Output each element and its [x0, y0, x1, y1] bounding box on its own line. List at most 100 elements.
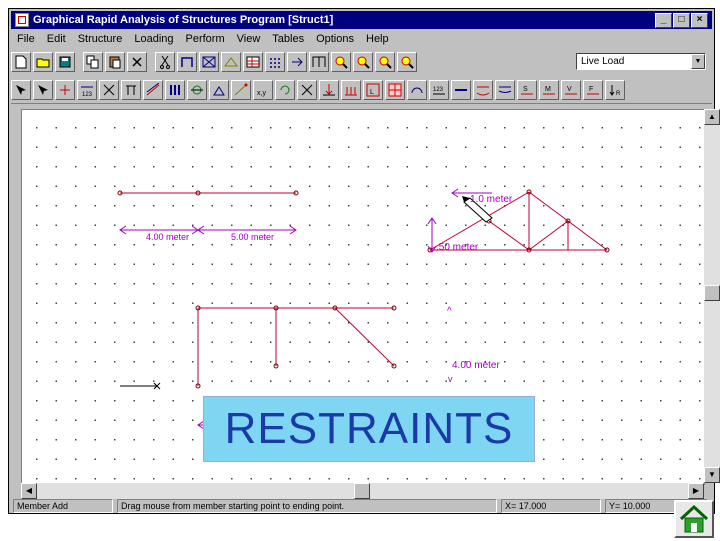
svg-text:123: 123 — [82, 92, 93, 97]
menu-edit[interactable]: Edit — [41, 33, 72, 45]
scroll-left-icon[interactable]: ◀ — [21, 483, 37, 499]
menu-loading[interactable]: Loading — [128, 33, 179, 45]
horizontal-scroll-thumb[interactable] — [354, 483, 370, 499]
load-l-icon[interactable]: L — [363, 80, 383, 100]
beam-members[interactable] — [117, 190, 299, 196]
shear-s-icon[interactable]: S — [517, 80, 537, 100]
svg-text:V: V — [567, 86, 572, 93]
window-title: Graphical Rapid Analysis of Structures P… — [33, 14, 334, 26]
horizontal-scrollbar[interactable]: ◀ ▶ — [21, 483, 704, 499]
menu-tables[interactable]: Tables — [266, 33, 310, 45]
zoom-fit-icon[interactable] — [375, 52, 395, 72]
x-frame-icon[interactable] — [199, 52, 219, 72]
number-nodes-icon[interactable]: 123 — [77, 80, 97, 100]
home-button[interactable] — [674, 500, 714, 538]
title-bar[interactable]: Graphical Rapid Analysis of Structures P… — [11, 11, 712, 29]
frame-up-arrow: ^ — [447, 306, 452, 317]
zoom-in-icon[interactable] — [331, 52, 351, 72]
svg-text:S: S — [523, 86, 528, 93]
menu-help[interactable]: Help — [360, 33, 395, 45]
app-icon[interactable] — [15, 13, 29, 27]
delete-node-icon[interactable] — [99, 80, 119, 100]
beam-left-dimension: 4.00 meter — [146, 232, 190, 242]
coordinate-xy-icon[interactable]: x,y — [253, 80, 273, 100]
menu-structure[interactable]: Structure — [72, 33, 129, 45]
load-case-value: Live Load — [581, 56, 625, 67]
truss-icon[interactable] — [221, 52, 241, 72]
svg-text:F: F — [589, 86, 593, 93]
member-release-icon[interactable] — [143, 80, 163, 100]
reactions-icon[interactable]: R — [605, 80, 625, 100]
load-grid-icon[interactable] — [385, 80, 405, 100]
save-icon[interactable] — [55, 52, 75, 72]
menu-options[interactable]: Options — [310, 33, 360, 45]
tools-toolbar: 123 x,y L 123 S M V F R — [11, 77, 712, 104]
point-load-icon[interactable] — [319, 80, 339, 100]
deflected-shape-icon[interactable] — [473, 80, 493, 100]
zoom-out-icon[interactable] — [353, 52, 373, 72]
svg-text:M: M — [545, 86, 551, 93]
status-bar: Member Add Drag mouse from member starti… — [11, 499, 712, 515]
structure-icon[interactable] — [309, 52, 329, 72]
moment-icon[interactable] — [407, 80, 427, 100]
maximize-button[interactable]: □ — [673, 13, 690, 28]
svg-text:123: 123 — [433, 87, 444, 93]
scroll-up-icon[interactable]: ▲ — [704, 109, 720, 125]
status-mode: Member Add — [13, 499, 113, 513]
add-node-icon[interactable] — [55, 80, 75, 100]
dimension-icon[interactable] — [231, 80, 251, 100]
chevron-down-icon[interactable]: ▼ — [691, 54, 705, 69]
truss-width-dimension: 1.0 meter — [470, 194, 513, 205]
truss-height-dimension: .50 meter — [436, 242, 479, 253]
new-file-icon[interactable] — [11, 52, 31, 72]
beam-right-dimension: 5.00 meter — [231, 232, 275, 242]
support-icon[interactable] — [209, 80, 229, 100]
menu-view[interactable]: View — [231, 33, 267, 45]
status-hint: Drag mouse from member starting point to… — [117, 499, 497, 513]
vertical-scrollbar[interactable]: ▲ ▼ — [704, 109, 720, 483]
status-x-coordinate: X= 17.000 — [501, 499, 601, 513]
pointer-icon[interactable] — [33, 80, 53, 100]
table-icon[interactable] — [243, 52, 263, 72]
close-button[interactable]: × — [691, 13, 708, 28]
paste-icon[interactable] — [105, 52, 125, 72]
window-controls: _ □ × — [655, 13, 708, 28]
shear-v-icon[interactable]: V — [561, 80, 581, 100]
delete-icon[interactable] — [127, 52, 147, 72]
member-rotate-icon[interactable] — [187, 80, 207, 100]
svg-text:x,y: x,y — [257, 90, 266, 97]
scroll-right-icon[interactable]: ▶ — [688, 483, 704, 499]
frame-height-dimension: 4.00 meter — [452, 360, 500, 371]
cut-icon[interactable] — [155, 52, 175, 72]
minimize-button[interactable]: _ — [655, 13, 672, 28]
number-members-icon[interactable]: 123 — [429, 80, 449, 100]
open-folder-icon[interactable] — [33, 52, 53, 72]
deflection-icon[interactable] — [495, 80, 515, 100]
cross-tool-icon[interactable] — [297, 80, 317, 100]
vertical-scroll-thumb[interactable] — [704, 285, 720, 301]
load-case-select[interactable]: Live Load ▼ — [576, 53, 706, 70]
rubber-band-member — [120, 382, 161, 390]
menu-file[interactable]: File — [11, 33, 41, 45]
move-icon[interactable] — [287, 52, 307, 72]
member-line-icon[interactable] — [451, 80, 471, 100]
moment-m-icon[interactable]: M — [539, 80, 559, 100]
grid-dots-icon[interactable] — [265, 52, 285, 72]
zoom-window-icon[interactable] — [397, 52, 417, 72]
scroll-down-icon[interactable]: ▼ — [704, 467, 720, 483]
restraints-caption: RESTRAINTS — [203, 396, 535, 462]
menu-perform[interactable]: Perform — [180, 33, 231, 45]
axial-force-icon[interactable]: F — [583, 80, 603, 100]
frame-icon[interactable] — [177, 52, 197, 72]
select-node-icon[interactable] — [11, 80, 31, 100]
frame-down-arrow: v — [448, 374, 453, 384]
copy-icon[interactable] — [83, 52, 103, 72]
home-icon — [679, 504, 709, 533]
frame-members[interactable] — [195, 305, 397, 389]
rotate-arrows-icon[interactable] — [275, 80, 295, 100]
distributed-load-icon[interactable] — [341, 80, 361, 100]
add-member-icon[interactable] — [121, 80, 141, 100]
menu-bar: File Edit Structure Loading Perform View… — [11, 30, 395, 48]
svg-text:R: R — [616, 91, 621, 97]
member-property-icon[interactable] — [165, 80, 185, 100]
